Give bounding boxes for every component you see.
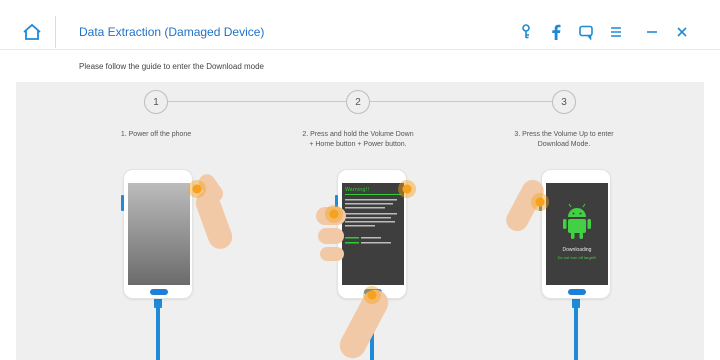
key-icon[interactable] [516, 22, 536, 42]
step-3-label-line2: Download Mode. [537, 141, 591, 148]
home-button [568, 289, 586, 295]
step-connector [168, 101, 346, 102]
finger-illustration [320, 247, 344, 261]
download-warning: Do not turn off target!! [557, 255, 597, 260]
phone-download-screen: Downloading Do not turn off target!! [546, 183, 608, 285]
close-icon[interactable] [672, 22, 692, 42]
guide-panel: 1 2 3 1. Power off the phone 2. Press an… [16, 82, 704, 360]
phone-illustration-1 [121, 169, 193, 299]
phone-illustration-3: Downloading Do not turn off target!! [539, 169, 611, 299]
phone-illustration-2: Warning!! [335, 169, 407, 299]
home-button [150, 289, 168, 295]
step-circle-3: 3 [552, 90, 576, 114]
android-icon [563, 203, 591, 239]
warning-heading: Warning!! [345, 187, 370, 193]
step-2-label-line1: 2. Press and hold the Volume Down [302, 131, 414, 138]
volume-button [121, 195, 124, 211]
warning-text-lines [345, 199, 397, 244]
finger-illustration [318, 228, 344, 244]
menu-icon[interactable] [606, 22, 626, 42]
guide-instruction: Please follow the guide to enter the Dow… [79, 62, 265, 71]
press-marker-power [398, 180, 416, 198]
step-3-label-line1: 3. Press the Volume Up to enter [514, 131, 614, 138]
phone-screen-off [128, 183, 190, 285]
step-1-text: 1. Power off the phone [81, 130, 231, 140]
warning-divider [345, 194, 401, 195]
usb-cable [156, 299, 160, 360]
step-circle-1: 1 [144, 90, 168, 114]
home-icon[interactable] [20, 20, 44, 44]
minimize-icon[interactable] [642, 22, 662, 42]
step-2-text: 2. Press and hold the Volume Down + Home… [283, 130, 433, 150]
title-separator [55, 16, 56, 48]
step-2-label-line2: + Home button + Power button. [309, 141, 407, 148]
press-marker-volume-up [531, 193, 549, 211]
window-title: Data Extraction (Damaged Device) [79, 25, 265, 39]
feedback-icon[interactable] [576, 22, 596, 42]
step-circle-2: 2 [346, 90, 370, 114]
press-marker-home [363, 286, 381, 304]
step-connector [370, 101, 552, 102]
usb-cable [574, 299, 578, 360]
press-marker-volume-down [325, 205, 343, 223]
phone-warning-screen: Warning!! [342, 183, 404, 285]
instruction-bar: Please follow the guide to enter the Dow… [0, 50, 720, 82]
facebook-icon[interactable] [546, 22, 566, 42]
step-3-text: 3. Press the Volume Up to enter Download… [489, 130, 639, 150]
press-marker-power [188, 180, 206, 198]
step-1-label: 1. Power off the phone [120, 131, 192, 138]
downloading-status: Downloading [562, 247, 592, 253]
